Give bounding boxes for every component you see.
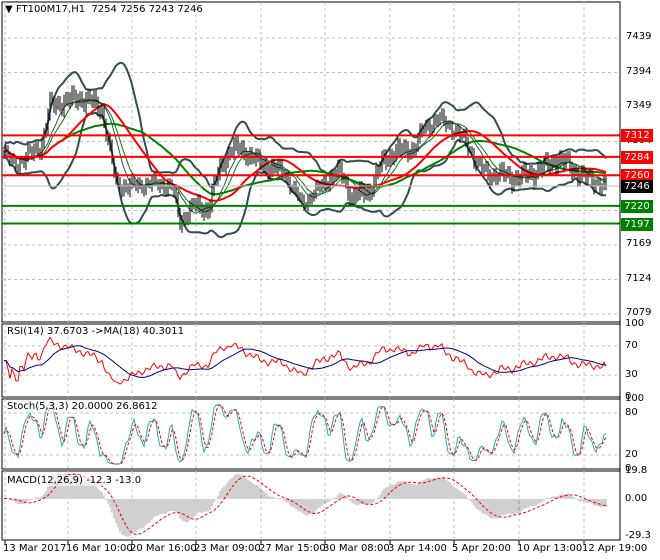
collapse-triangle-icon[interactable]: ▼ (5, 4, 13, 15)
time-axis-label: 12 Apr 19:00 (582, 543, 648, 554)
time-axis-label: 30 Mar 08:00 (323, 543, 390, 554)
time-axis-label: 10 Apr 13:00 (517, 543, 583, 554)
level-tag: 7220 (621, 199, 653, 213)
symbol-label: FT100M17,H1 (15, 4, 86, 15)
price-axis-label: 7349 (626, 100, 652, 111)
chart-header: ▼ FT100M17,H1 7254 7256 7243 7246 (5, 4, 203, 15)
rsi-axis-label: 70 (625, 339, 638, 351)
time-axis-label: 5 Apr 20:00 (452, 543, 511, 554)
price-axis-label: 7169 (626, 238, 652, 249)
stoch-axis-label: 80 (625, 407, 638, 418)
level-tag: 7312 (621, 129, 653, 143)
ohlc-values: 7254 7256 7243 7246 (91, 4, 203, 15)
level-tag: 7197 (621, 217, 653, 231)
stoch-title: Stoch(5,3,3) 20.0000 26.8612 (7, 401, 158, 412)
macd-title: MACD(12,26,9) -12.3 -13.0 (7, 475, 142, 486)
time-axis-label: 23 Mar 09:00 (194, 543, 261, 554)
time-axis-label: 3 Apr 14:00 (388, 543, 447, 554)
time-axis-label: 27 Mar 15:00 (259, 543, 326, 554)
price-axis-label: 7124 (626, 272, 652, 284)
rsi-axis-label: 30 (625, 369, 638, 381)
rsi-axis-label: 100 (625, 318, 645, 329)
rsi-title: RSI(14) 37.6703 ->MA(18) 40.3011 (7, 326, 184, 337)
price-axis-label: 7439 (626, 31, 652, 42)
current-price-tag: 7246 (621, 179, 653, 193)
time-axis-label: 16 Mar 10:00 (66, 543, 133, 554)
price-axis-label: 7079 (626, 307, 652, 318)
time-axis-label: 13 Mar 2017 (3, 543, 67, 554)
level-tag: 7284 (621, 150, 653, 164)
macd-axis-label: 19.8 (625, 465, 648, 476)
panel-main (1, 1, 621, 323)
price-axis-label: 7394 (626, 65, 652, 77)
macd-axis-label: -29.3 (625, 530, 651, 541)
time-axis-label: 20 Mar 16:00 (130, 543, 197, 554)
macd-axis-label: 0.00 (625, 492, 648, 504)
stoch-axis-label: 20 (625, 449, 638, 460)
stoch-axis-label: 100 (625, 393, 645, 404)
